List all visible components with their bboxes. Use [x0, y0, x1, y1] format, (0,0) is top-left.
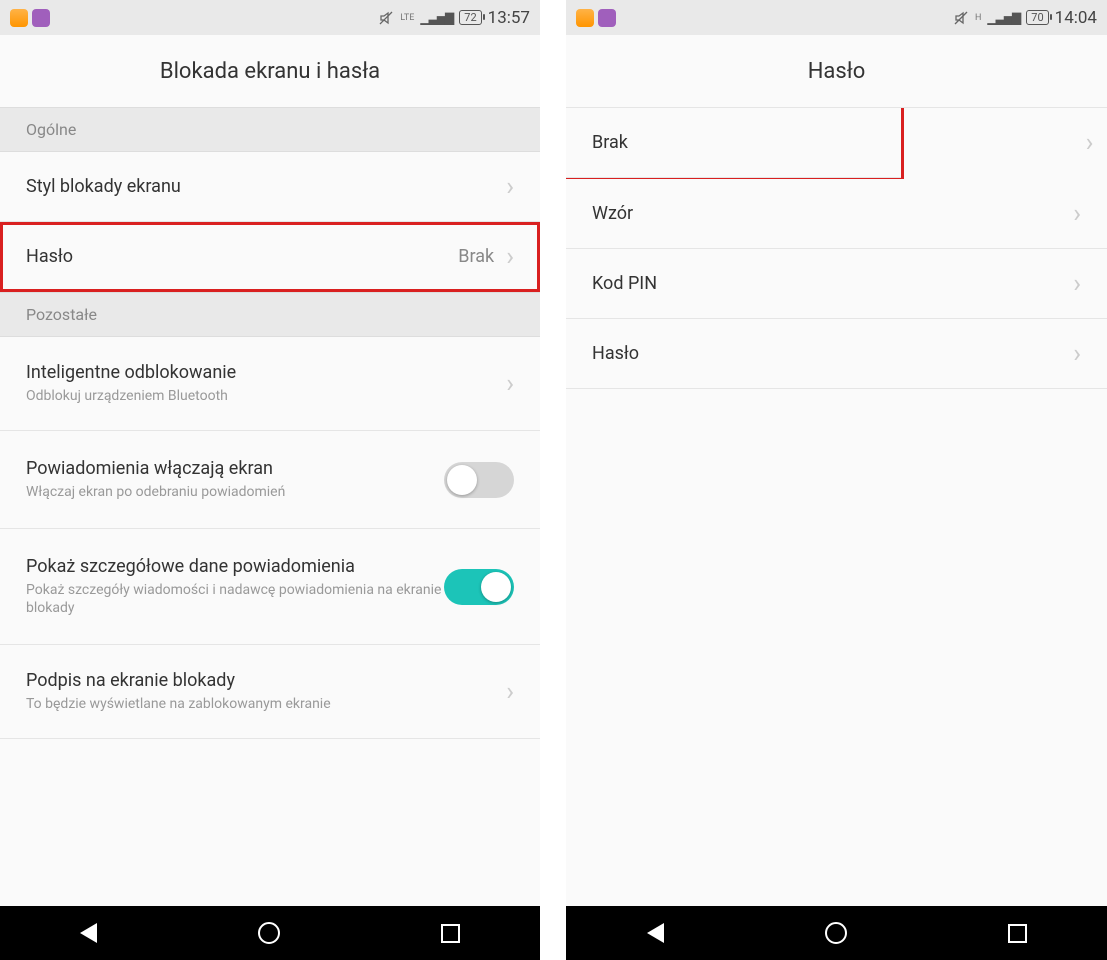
network-type: H — [975, 13, 981, 23]
clock: 14:04 — [1055, 8, 1097, 28]
row-show-details-label: Pokaż szczegółowe dane powiadomienia — [26, 556, 444, 577]
row-lock-signature[interactable]: Podpis na ekranie blokady To będzie wyśw… — [0, 645, 540, 739]
row-notifications-wake[interactable]: Powiadomienia włączają ekran Włączaj ekr… — [0, 431, 540, 529]
row-option-password[interactable]: Hasło › — [566, 319, 1107, 389]
row-option-pin[interactable]: Kod PIN › — [566, 249, 1107, 319]
section-general: Ogólne — [0, 107, 540, 152]
chevron-icon: › — [506, 174, 514, 200]
nav-home-button[interactable] — [258, 922, 280, 944]
section-other: Pozostałe — [0, 292, 540, 337]
chevron-icon: › — [1073, 271, 1081, 297]
chevron-icon: › — [506, 371, 514, 397]
phone-right: H ▁▃▅▇ 70 14:04 Hasło Brak › Wzór › Kod … — [566, 0, 1107, 960]
content: Brak › Wzór › Kod PIN › Hasło › — [566, 107, 1107, 906]
toggle-notifications-wake[interactable] — [444, 462, 514, 498]
app-icon-yellow — [576, 9, 594, 27]
row-option-none-label: Brak — [592, 132, 875, 153]
chevron-icon: › — [506, 244, 514, 270]
chevron-icon: › — [1086, 130, 1094, 156]
battery-icon: 72 — [459, 10, 481, 25]
toggle-show-details[interactable] — [444, 569, 514, 605]
app-icon-yellow — [10, 9, 28, 27]
app-icon-purple — [32, 9, 50, 27]
row-lock-signature-sub: To będzie wyświetlane na zablokowanym ek… — [26, 695, 506, 713]
nav-bar — [566, 906, 1107, 960]
mute-icon — [953, 10, 969, 26]
page-title: Blokada ekranu i hasła — [0, 35, 540, 107]
content: Ogólne Styl blokady ekranu › Hasło Brak … — [0, 107, 540, 906]
battery-icon: 70 — [1026, 10, 1048, 25]
phone-left: LTE ▁▃▅▇ 72 13:57 Blokada ekranu i hasła… — [0, 0, 540, 960]
signal-icon: ▁▃▅▇ — [420, 11, 453, 25]
clock: 13:57 — [488, 8, 530, 28]
row-password[interactable]: Hasło Brak › — [0, 222, 540, 292]
nav-recent-button[interactable] — [1008, 924, 1027, 943]
nav-back-button[interactable] — [80, 923, 97, 943]
row-smart-unlock[interactable]: Inteligentne odblokowanie Odblokuj urząd… — [0, 337, 540, 431]
row-smart-unlock-label: Inteligentne odblokowanie — [26, 362, 506, 383]
divider — [540, 0, 566, 960]
nav-back-button[interactable] — [647, 923, 664, 943]
nav-bar — [0, 906, 540, 960]
nav-recent-button[interactable] — [441, 924, 460, 943]
row-show-details[interactable]: Pokaż szczegółowe dane powiadomienia Pok… — [0, 529, 540, 645]
row-notifications-wake-label: Powiadomienia włączają ekran — [26, 458, 444, 479]
row-option-pattern-label: Wzór — [592, 203, 1073, 224]
status-bar: LTE ▁▃▅▇ 72 13:57 — [0, 0, 540, 35]
chevron-icon: › — [506, 679, 514, 705]
row-smart-unlock-sub: Odblokuj urządzeniem Bluetooth — [26, 387, 506, 405]
row-password-value: Brak — [458, 246, 494, 267]
row-show-details-sub: Pokaż szczegóły wiadomości i nadawcę pow… — [26, 581, 444, 617]
network-type: LTE — [400, 13, 414, 23]
mute-icon — [378, 10, 394, 26]
row-notifications-wake-sub: Włączaj ekran po odebraniu powiadomień — [26, 483, 444, 501]
row-option-pattern[interactable]: Wzór › — [566, 179, 1107, 249]
row-option-password-label: Hasło — [592, 343, 1073, 364]
row-lock-signature-label: Podpis na ekranie blokady — [26, 670, 506, 691]
nav-home-button[interactable] — [825, 922, 847, 944]
chevron-icon: › — [1073, 201, 1081, 227]
app-icon-purple — [598, 9, 616, 27]
signal-icon: ▁▃▅▇ — [987, 11, 1020, 25]
status-bar: H ▁▃▅▇ 70 14:04 — [566, 0, 1107, 35]
row-lock-style-label: Styl blokady ekranu — [26, 176, 506, 197]
row-option-none[interactable]: Brak › — [566, 108, 901, 178]
row-password-label: Hasło — [26, 246, 458, 267]
row-lock-style[interactable]: Styl blokady ekranu › — [0, 152, 540, 222]
chevron-icon: › — [1073, 341, 1081, 367]
row-option-pin-label: Kod PIN — [592, 273, 1073, 294]
page-title: Hasło — [566, 35, 1107, 107]
